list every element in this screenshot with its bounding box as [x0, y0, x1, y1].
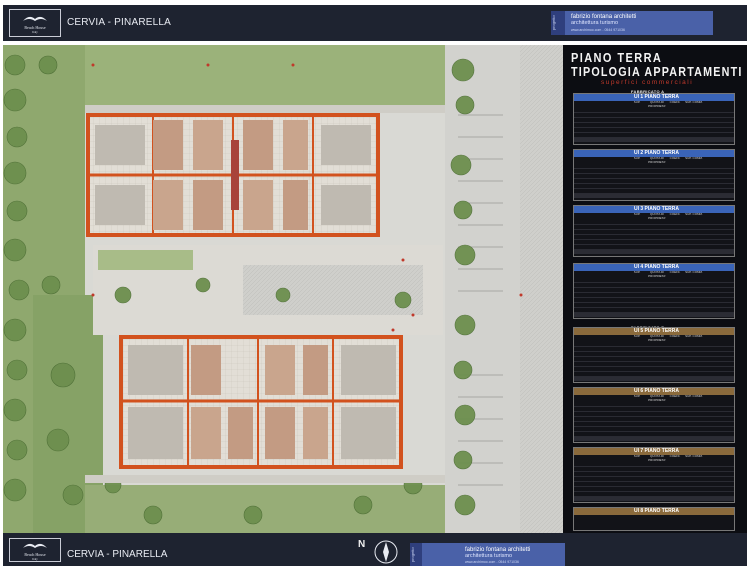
unit-card-title: UI 8 PIANO TERRA — [574, 508, 734, 515]
panel-title-floor: PIANO TERRA — [571, 51, 663, 65]
unit-card-rows — [574, 220, 734, 250]
unit-card-columns: SUP. QUOTA DI PROPRIETA' COEFF. SUP. COMM. — [574, 270, 734, 278]
unit-card: UI 7 PIANO TERRA SUP. QUOTA DI PROPRIETA' C… — [573, 447, 735, 503]
unit-card-column-header: SUP. — [633, 212, 641, 216]
footer-bird-logo-icon — [23, 543, 47, 548]
unit-card-rows — [574, 342, 734, 377]
footer-bar: Beach House Italy CERVIA - PINARELLA N p… — [3, 533, 747, 566]
unit-card-column-header: QUOTA DI PROPRIETA' — [648, 100, 666, 108]
unit-card-total-row — [574, 377, 734, 381]
unit-card-column-header: SUP. COMM. — [685, 394, 703, 398]
footer-logo-line2: Italy — [32, 557, 38, 561]
unit-card-columns: SUP. QUOTA DI PROPRIETA' COEFF. SUP. COMM. — [574, 394, 734, 402]
unit-card-rows — [574, 108, 734, 138]
unit-card: UI 6 PIANO TERRA SUP. QUOTA DI PROPRIETA' C… — [573, 387, 735, 443]
footer-firm-block: progetto fabrizio fontana architetti arc… — [410, 543, 565, 566]
unit-card-rows — [574, 164, 734, 194]
unit-card-column-header: COEFF. — [669, 394, 681, 398]
site-plan — [3, 45, 563, 533]
unit-card-column-header: SUP. — [633, 394, 641, 398]
unit-card-rows — [574, 402, 734, 437]
unit-card: UI 1 PIANO TERRA SUP. QUOTA DI PROPRIETA' C… — [573, 93, 735, 145]
unit-card-columns: SUP. QUOTA DI PROPRIETA' COEFF. SUP. COMM. — [574, 334, 734, 342]
logo: Beach House Italy — [9, 9, 61, 37]
apartment-panel: PIANO TERRA TIPOLOGIA APPARTAMENTI super… — [563, 45, 747, 533]
building-a — [86, 113, 380, 237]
unit-card-column-header: QUOTA DI PROPRIETA' — [648, 454, 666, 462]
site-plan-drawing — [3, 45, 563, 533]
panel-subtitle: superfici commerciali — [601, 79, 694, 86]
unit-card-columns: SUP. QUOTA DI PROPRIETA' COEFF. SUP. COMM. — [574, 454, 734, 462]
unit-card-column-header: SUP. COMM. — [685, 334, 703, 338]
unit-card-column-header: QUOTA DI PROPRIETA' — [648, 334, 666, 342]
unit-card-column-header: SUP. COMM. — [685, 156, 703, 160]
footer-firm-subtitle: architettura turismo — [465, 553, 513, 559]
unit-card-column-header: SUP. COMM. — [685, 212, 703, 216]
unit-card-total-row — [574, 138, 734, 142]
footer-logo: Beach House Italy — [9, 538, 61, 562]
building-b — [119, 335, 403, 469]
unit-card-column-header: COEFF. — [669, 334, 681, 338]
unit-card: UI 4 PIANO TERRA SUP. QUOTA DI PROPRIETA' C… — [573, 263, 735, 319]
page: Beach House Italy CERVIA - PINARELLA pro… — [0, 0, 750, 570]
unit-card-columns: SUP. QUOTA DI PROPRIETA' COEFF. SUP. COMM. — [574, 212, 734, 220]
unit-card-column-header: SUP. — [633, 454, 641, 458]
unit-card-column-header: SUP. COMM. — [685, 454, 703, 458]
unit-card-column-header: SUP. COMM. — [685, 270, 703, 274]
firm-tab: progetto — [551, 11, 565, 35]
unit-card-columns: SUP. QUOTA DI PROPRIETA' COEFF. SUP. COMM. — [574, 156, 734, 164]
unit-card-column-header: QUOTA DI PROPRIETA' — [648, 270, 666, 278]
unit-card-total-row — [574, 250, 734, 254]
unit-card-column-header: SUP. — [633, 100, 641, 104]
footer-firm-tab: progetto — [410, 543, 422, 566]
logo-line2: Italy — [32, 30, 38, 34]
unit-card: UI 8 PIANO TERRA — [573, 507, 735, 531]
header-bar: Beach House Italy CERVIA - PINARELLA pro… — [3, 5, 747, 41]
unit-card-column-header: SUP. COMM. — [685, 100, 703, 104]
footer-firm-contact: www.archimoo.com - 0544 971036 — [465, 560, 519, 564]
unit-card-column-header: SUP. — [633, 334, 641, 338]
north-label: N — [358, 539, 366, 550]
compass-icon — [374, 540, 398, 564]
unit-card-column-header: SUP. — [633, 156, 641, 160]
bird-logo-icon — [23, 16, 47, 21]
unit-card-columns: SUP. QUOTA DI PROPRIETA' COEFF. SUP. COMM. — [574, 100, 734, 108]
unit-card-column-header: COEFF. — [669, 156, 681, 160]
project-title: CERVIA - PINARELLA — [67, 17, 172, 28]
unit-card-total-row — [574, 497, 734, 501]
unit-card-column-header: QUOTA DI PROPRIETA' — [648, 212, 666, 220]
unit-card: UI 5 PIANO TERRA SUP. QUOTA DI PROPRIETA' C… — [573, 327, 735, 383]
unit-card-total-row — [574, 313, 734, 317]
unit-card-column-header: SUP. — [633, 270, 641, 274]
unit-card-rows — [574, 278, 734, 313]
unit-card-total-row — [574, 437, 734, 441]
firm-block: progetto fabrizio fontana architetti arc… — [551, 11, 713, 35]
unit-card: UI 3 PIANO TERRA SUP. QUOTA DI PROPRIETA' C… — [573, 205, 735, 257]
firm-contact: www.archimoo.com - 0544 971036 — [571, 28, 625, 32]
unit-card-column-header: QUOTA DI PROPRIETA' — [648, 394, 666, 402]
unit-card-rows — [574, 462, 734, 497]
unit-card-column-header: COEFF. — [669, 454, 681, 458]
firm-subtitle: architettura turismo — [571, 20, 619, 26]
panel-title-types: TIPOLOGIA APPARTAMENTI — [571, 65, 743, 79]
unit-card-column-header: COEFF. — [669, 100, 681, 104]
unit-card-column-header: COEFF. — [669, 212, 681, 216]
unit-card-column-header: QUOTA DI PROPRIETA' — [648, 156, 666, 164]
footer-project-title: CERVIA - PINARELLA — [67, 549, 168, 560]
unit-card: UI 2 PIANO TERRA SUP. QUOTA DI PROPRIETA' C… — [573, 149, 735, 201]
unit-card-total-row — [574, 194, 734, 198]
unit-card-column-header: COEFF. — [669, 270, 681, 274]
